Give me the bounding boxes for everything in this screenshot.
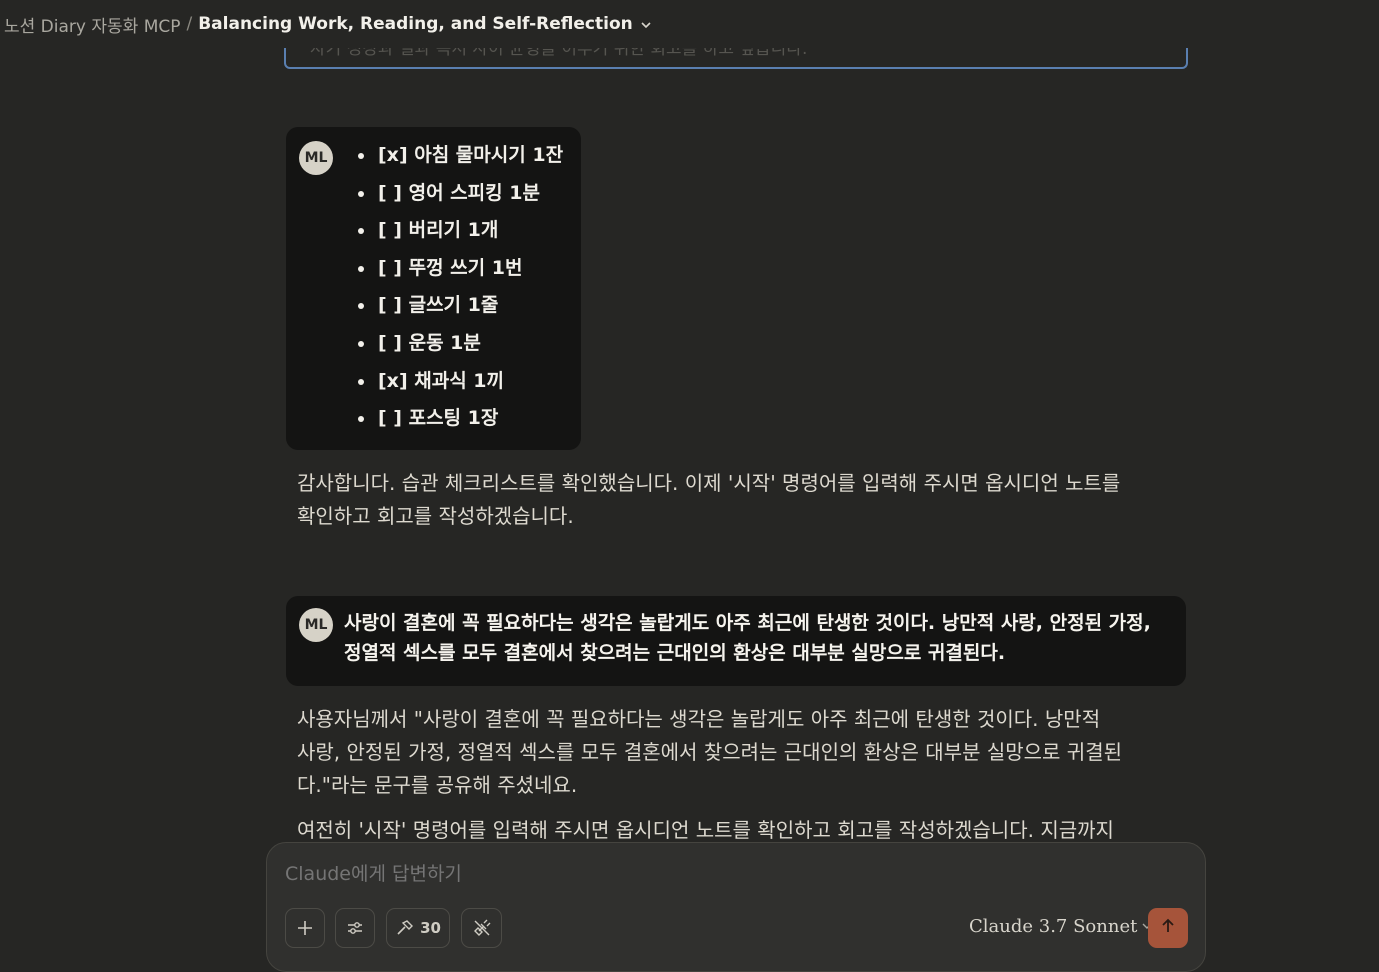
quote-line: 사랑이 결혼에 꼭 필요하다는 생각은 놀랍게도 아주 최근에 탄생한 것이다.… [344,612,1151,634]
list-item: [ ] 뚜껑 쓰기 1번 [358,254,563,292]
integrations-button[interactable] [461,908,502,948]
assistant-line: 사랑, 안정된 가정, 정열적 섹스를 모두 결혼에서 찾으려는 근대인의 환상… [297,740,1123,764]
list-item: [x] 아침 물마시기 1잔 [358,141,563,179]
reply-input[interactable] [285,863,1165,885]
sliders-icon [346,919,364,937]
assistant-line: 확인하고 회고를 작성하겠습니다. [297,504,574,528]
avatar: ML [299,608,333,642]
assistant-message-1: 감사합니다. 습관 체크리스트를 확인했습니다. 이제 '시작' 명령어를 입력… [297,467,1120,533]
message-composer: 30 Claude 3.7 Sonnet [266,842,1206,972]
assistant-line: 사용자님께서 "사랑이 결혼에 꼭 필요하다는 생각은 놀랍게도 아주 최근에 … [297,707,1101,731]
list-item: [ ] 버리기 1개 [358,216,563,254]
arrow-up-icon [1159,917,1177,939]
list-item: [ ] 영어 스피킹 1분 [358,179,563,217]
user-message-checklist: ML [x] 아침 물마시기 1잔 [ ] 영어 스피킹 1분 [ ] 버리기 … [286,127,581,450]
send-button[interactable] [1148,908,1188,948]
breadcrumb-project[interactable]: 노션 Diary 자동화 MCP [4,12,180,37]
assistant-line: 다."라는 문구를 공유해 주셨네요. [297,773,578,797]
avatar: ML [299,141,333,175]
model-name: Claude 3.7 Sonnet [969,916,1138,937]
plug-off-icon [473,919,491,937]
list-item: [ ] 운동 1분 [358,329,563,367]
list-item: [ ] 글쓰기 1줄 [358,291,563,329]
search-settings-button[interactable] [335,908,375,948]
tools-button[interactable]: 30 [386,908,450,948]
assistant-line: 감사합니다. 습관 체크리스트를 확인했습니다. 이제 '시작' 명령어를 입력… [297,471,1121,495]
list-item: [ ] 포스팅 1장 [358,404,563,442]
add-attachment-button[interactable] [285,908,325,948]
tools-count: 30 [420,919,441,937]
list-item: [x] 채과식 1끼 [358,367,563,405]
breadcrumb-separator: / [186,14,193,34]
quote-line: 정열적 섹스를 모두 결혼에서 찾으려는 근대인의 환상은 대부분 실망으로 귀… [344,642,1006,664]
conversation-title[interactable]: Balancing Work, Reading, and Self-Reflec… [198,14,633,34]
assistant-message-2: 사용자님께서 "사랑이 결혼에 꼭 필요하다는 생각은 놀랍게도 아주 최근에 … [297,703,1122,847]
chevron-down-icon[interactable] [639,17,653,31]
model-selector[interactable]: Claude 3.7 Sonnet [969,916,1153,937]
habit-checklist: [x] 아침 물마시기 1잔 [ ] 영어 스피킹 1분 [ ] 버리기 1개 … [358,141,563,442]
hammer-icon [395,919,415,937]
breadcrumb: 노션 Diary 자동화 MCP / Balancing Work, Readi… [0,0,1379,48]
quote-text: 사랑이 결혼에 꼭 필요하다는 생각은 놀랍게도 아주 최근에 탄생한 것이다.… [344,608,1164,668]
user-message-quote: ML 사랑이 결혼에 꼭 필요하다는 생각은 놀랍게도 아주 최근에 탄생한 것… [286,596,1186,686]
plus-icon [296,919,314,937]
